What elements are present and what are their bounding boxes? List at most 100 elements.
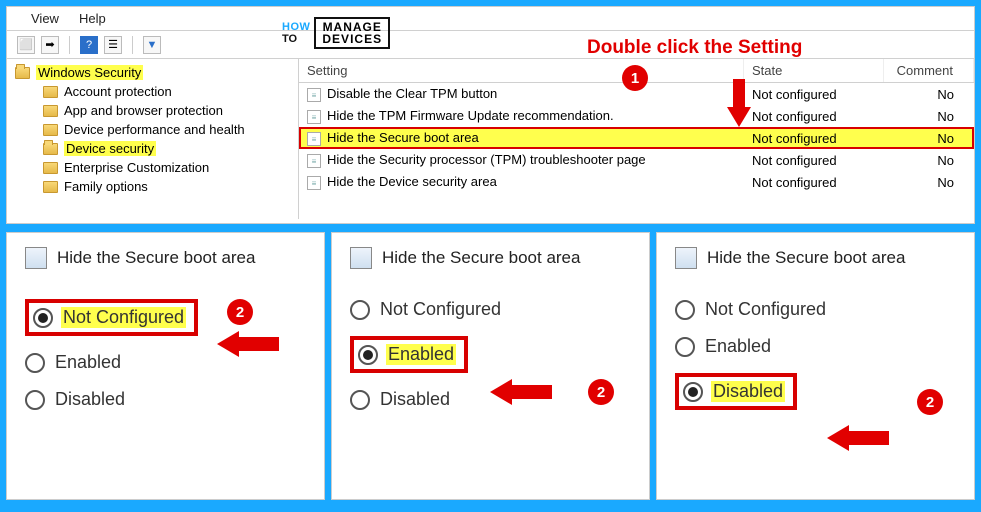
tree-label: Enterprise Customization bbox=[64, 160, 209, 175]
radio-label: Enabled bbox=[705, 336, 771, 357]
help-icon[interactable]: ? bbox=[80, 36, 98, 54]
tree-label: App and browser protection bbox=[64, 103, 223, 118]
tree-item[interactable]: Device performance and health bbox=[7, 120, 298, 139]
radio-enabled[interactable]: Enabled bbox=[25, 352, 306, 373]
gpedit-window: View Help ⬜ ➡ ? ☰ ▼ HOW TO MANAGE DEVICE… bbox=[6, 6, 975, 224]
cell: Hide the Security processor (TPM) troubl… bbox=[327, 152, 646, 167]
list-icon[interactable]: ☰ bbox=[104, 36, 122, 54]
radio-label: Enabled bbox=[55, 352, 121, 373]
list-header: Setting State Comment bbox=[299, 59, 974, 83]
cell: Hide the TPM Firmware Update recommendat… bbox=[327, 108, 614, 123]
cell: No bbox=[884, 151, 974, 170]
dialog-title: Hide the Secure boot area bbox=[57, 248, 255, 268]
dialog-variants: Hide the Secure boot area Not Configured… bbox=[6, 232, 975, 500]
cell: Not configured bbox=[744, 129, 884, 148]
annotation-arrow-left bbox=[827, 425, 889, 451]
radio-icon bbox=[25, 390, 45, 410]
toolbar: ⬜ ➡ ? ☰ ▼ bbox=[7, 31, 974, 59]
radio-icon bbox=[683, 382, 703, 402]
radio-icon bbox=[33, 308, 53, 328]
list-row[interactable]: ≡Hide the TPM Firmware Update recommenda… bbox=[299, 105, 974, 127]
cell: Not configured bbox=[744, 107, 884, 126]
dialog-title-row: Hide the Secure boot area bbox=[25, 247, 306, 269]
radio-label: Not Configured bbox=[380, 299, 501, 320]
folder-icon bbox=[43, 162, 58, 174]
radio-enabled[interactable]: Enabled bbox=[350, 336, 631, 373]
radio-label: Disabled bbox=[380, 389, 450, 410]
tree-label: Device performance and health bbox=[64, 122, 245, 137]
tree-root-label: Windows Security bbox=[36, 65, 143, 80]
dialog-title: Hide the Secure boot area bbox=[707, 248, 905, 268]
arrow-left-icon bbox=[827, 425, 849, 451]
policy-icon: ≡ bbox=[307, 176, 321, 190]
folder-icon bbox=[43, 86, 58, 98]
separator bbox=[132, 36, 133, 54]
cell: Not configured bbox=[744, 151, 884, 170]
dialog-title-row: Hide the Secure boot area bbox=[675, 247, 956, 269]
logo-how: HOW bbox=[282, 21, 310, 33]
policy-icon: ≡ bbox=[307, 154, 321, 168]
menubar: View Help bbox=[7, 7, 974, 31]
cell: Hide the Device security area bbox=[327, 174, 497, 189]
dialog-card-enabled: Hide the Secure boot area Not Configured… bbox=[331, 232, 650, 500]
tree-label: Family options bbox=[64, 179, 148, 194]
tree-item-selected[interactable]: Device security bbox=[7, 139, 298, 158]
dialog-card-notconfigured: Hide the Secure boot area Not Configured… bbox=[6, 232, 325, 500]
tree-pane: Windows Security Account protection App … bbox=[7, 59, 299, 219]
radio-label: Disabled bbox=[711, 381, 785, 402]
menu-view[interactable]: View bbox=[31, 11, 59, 26]
back-icon[interactable]: ⬜ bbox=[17, 36, 35, 54]
logo-line2: DEVICES bbox=[322, 33, 382, 45]
tree-root[interactable]: Windows Security bbox=[7, 63, 298, 82]
folder-open-icon bbox=[15, 67, 30, 79]
cell: Not configured bbox=[744, 85, 884, 104]
radio-icon bbox=[358, 345, 378, 365]
dialog-title-row: Hide the Secure boot area bbox=[350, 247, 631, 269]
radio-icon bbox=[25, 353, 45, 373]
dialog-title: Hide the Secure boot area bbox=[382, 248, 580, 268]
tree-item[interactable]: Enterprise Customization bbox=[7, 158, 298, 177]
radio-icon bbox=[675, 337, 695, 357]
folder-open-icon bbox=[43, 143, 58, 155]
menu-help[interactable]: Help bbox=[79, 11, 106, 26]
header-setting[interactable]: Setting bbox=[299, 59, 744, 82]
radio-label: Disabled bbox=[55, 389, 125, 410]
policy-icon: ≡ bbox=[307, 88, 321, 102]
list-row[interactable]: ≡ Disable the Clear TPM button Not config… bbox=[299, 83, 974, 105]
list-row-highlighted[interactable]: ≡Hide the Secure boot area Not configure… bbox=[299, 127, 974, 149]
header-comment[interactable]: Comment bbox=[884, 59, 974, 82]
tree-label: Account protection bbox=[64, 84, 172, 99]
radio-label: Not Configured bbox=[61, 307, 186, 328]
logo-to: TO bbox=[282, 33, 310, 45]
radio-not-configured[interactable]: Not Configured bbox=[25, 299, 306, 336]
radio-disabled[interactable]: Disabled bbox=[350, 389, 631, 410]
cell: Hide the Secure boot area bbox=[327, 130, 479, 145]
folder-icon bbox=[43, 105, 58, 117]
radio-not-configured[interactable]: Not Configured bbox=[350, 299, 631, 320]
list-row[interactable]: ≡ Hide the Security processor (TPM) troub… bbox=[299, 149, 974, 171]
cell: No bbox=[884, 107, 974, 126]
header-state[interactable]: State bbox=[744, 59, 884, 82]
cell: Disable the Clear TPM button bbox=[327, 86, 497, 101]
radio-disabled[interactable]: Disabled bbox=[25, 389, 306, 410]
radio-icon bbox=[350, 390, 370, 410]
policy-large-icon bbox=[25, 247, 47, 269]
radio-label: Not Configured bbox=[705, 299, 826, 320]
radio-label: Enabled bbox=[386, 344, 456, 365]
cell: No bbox=[884, 129, 974, 148]
cell: No bbox=[884, 173, 974, 192]
tree-item[interactable]: Account protection bbox=[7, 82, 298, 101]
cell: Not configured bbox=[744, 173, 884, 192]
radio-icon bbox=[350, 300, 370, 320]
list-row[interactable]: ≡ Hide the Device security area Not confi… bbox=[299, 171, 974, 193]
radio-icon bbox=[675, 300, 695, 320]
tree-item[interactable]: App and browser protection bbox=[7, 101, 298, 120]
filter-icon[interactable]: ▼ bbox=[143, 36, 161, 54]
radio-enabled[interactable]: Enabled bbox=[675, 336, 956, 357]
watermark-logo: HOW TO MANAGE DEVICES bbox=[282, 17, 390, 49]
radio-not-configured[interactable]: Not Configured bbox=[675, 299, 956, 320]
tree-item[interactable]: Family options bbox=[7, 177, 298, 196]
separator bbox=[69, 36, 70, 54]
radio-disabled[interactable]: Disabled bbox=[675, 373, 956, 410]
forward-icon[interactable]: ➡ bbox=[41, 36, 59, 54]
